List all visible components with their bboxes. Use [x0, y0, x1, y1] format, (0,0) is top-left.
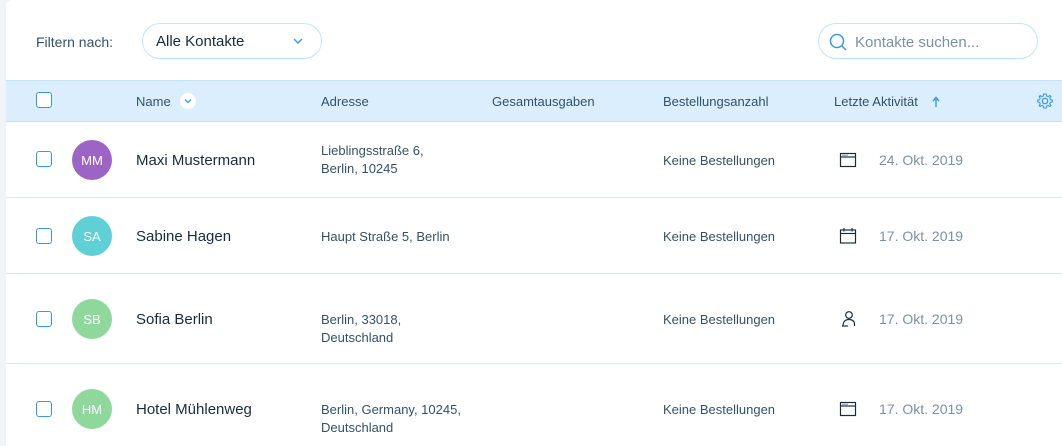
table-row[interactable]: HM Hotel Mühlenweg Berlin, Germany, 1024… — [6, 364, 1062, 446]
avatar-initials: SA — [83, 228, 101, 244]
name-sort-button[interactable] — [180, 93, 196, 109]
column-header-address[interactable]: Adresse — [321, 94, 369, 109]
search-box[interactable] — [818, 23, 1038, 59]
order-count: Keine Bestellungen — [663, 402, 776, 417]
table-row[interactable]: SA Sabine Hagen Haupt Straße 5, Berlin K… — [6, 198, 1062, 274]
contact-name[interactable]: Sabine Hagen — [136, 228, 231, 245]
column-header-total-spent[interactable]: Gesamtausgaben — [492, 94, 595, 109]
avatar: HM — [72, 389, 112, 429]
address-line: Berlin, Germany, 10245, — [321, 402, 461, 417]
avatar: SA — [72, 216, 112, 256]
gear-icon[interactable] — [1036, 92, 1054, 110]
toolbar: Filtern nach: Alle Kontakte — [6, 0, 1062, 80]
contact-address: Berlin, Germany, 10245, Deutschland — [321, 401, 461, 437]
table-header: Name Adresse Gesamtausgaben Bestellungsa… — [6, 80, 1062, 122]
order-count: Keine Bestellungen — [663, 312, 776, 327]
contact-person-icon — [842, 311, 856, 327]
address-line: Deutschland — [321, 330, 394, 345]
select-all-checkbox[interactable] — [36, 92, 52, 108]
filter-label: Filtern nach: — [36, 34, 114, 50]
search-icon — [829, 33, 847, 51]
contact-address: Lieblingsstraße 6, Berlin, 10245 — [321, 142, 424, 178]
avatar-initials: SB — [83, 311, 101, 327]
browser-window-icon — [839, 401, 857, 417]
column-header-name[interactable]: Name — [136, 94, 171, 109]
browser-window-icon — [839, 152, 857, 168]
avatar-initials: HM — [81, 401, 103, 417]
calendar-icon — [839, 228, 857, 244]
last-activity-date: 24. Okt. 2019 — [879, 152, 964, 168]
search-input[interactable] — [855, 32, 1031, 52]
row-checkbox[interactable] — [36, 151, 52, 167]
row-checkbox[interactable] — [36, 401, 52, 417]
order-count: Keine Bestellungen — [663, 153, 776, 168]
column-header-last-activity[interactable]: Letzte Aktivität — [834, 94, 918, 109]
row-checkbox[interactable] — [36, 228, 52, 244]
contacts-panel: Filtern nach: Alle Kontakte Name Adresse… — [6, 0, 1062, 446]
contact-name[interactable]: Sofia Berlin — [136, 311, 213, 328]
address-line: Berlin, 10245 — [321, 161, 398, 176]
avatar: SB — [72, 299, 112, 339]
table-row[interactable]: MM Maxi Mustermann Lieblingsstraße 6, Be… — [6, 122, 1062, 198]
sort-ascending-arrow-icon[interactable] — [931, 95, 941, 109]
order-count: Keine Bestellungen — [663, 229, 776, 244]
contact-name[interactable]: Maxi Mustermann — [136, 152, 255, 169]
address-line: Deutschland — [321, 420, 394, 435]
row-checkbox[interactable] — [36, 311, 52, 327]
avatar: MM — [72, 140, 112, 180]
column-header-order-count[interactable]: Bestellungsanzahl — [663, 94, 769, 109]
last-activity-date: 17. Okt. 2019 — [879, 311, 964, 327]
chevron-down-icon — [293, 38, 303, 44]
contact-address: Berlin, 33018, Deutschland — [321, 311, 401, 347]
avatar-initials: MM — [81, 152, 103, 168]
last-activity-date: 17. Okt. 2019 — [879, 228, 964, 244]
contact-name[interactable]: Hotel Mühlenweg — [136, 401, 252, 418]
address-line: Lieblingsstraße 6, — [321, 143, 424, 158]
address-line: Haupt Straße 5, Berlin — [321, 229, 450, 244]
filter-selected-value: Alle Kontakte — [156, 32, 245, 50]
filter-dropdown[interactable]: Alle Kontakte — [142, 23, 322, 59]
last-activity-date: 17. Okt. 2019 — [879, 401, 964, 417]
chevron-down-icon — [184, 99, 192, 104]
address-line: Berlin, 33018, — [321, 312, 402, 327]
table-row[interactable]: SB Sofia Berlin Berlin, 33018, Deutschla… — [6, 274, 1062, 364]
contact-address: Haupt Straße 5, Berlin — [321, 228, 450, 246]
